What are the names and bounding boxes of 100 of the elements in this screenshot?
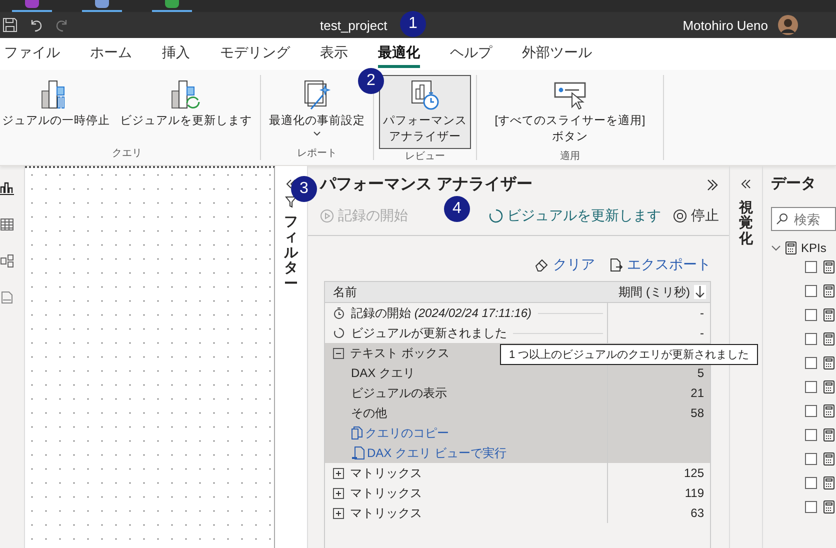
checkbox[interactable] [805,405,817,417]
table-view-icon[interactable] [0,217,14,232]
filter-icon [285,196,297,208]
expand-icon[interactable] [333,488,344,498]
menu-tab[interactable]: ファイル [4,40,60,68]
user-name: Motohiro Ueno [682,18,768,32]
calculator-icon [785,241,797,255]
menu-tab[interactable]: 挿入 [162,40,190,68]
chevron-down-icon[interactable] [771,243,781,253]
refresh-icon [489,209,503,223]
duration-value: 58 [690,406,704,420]
checkbox[interactable] [805,309,817,321]
checkbox[interactable] [805,357,817,369]
menu-tab[interactable]: モデリング [220,40,290,68]
avatar-icon[interactable] [778,15,798,35]
clear-button[interactable]: クリア [535,256,595,274]
calculator-icon [823,428,835,442]
row-name[interactable]: マトリックス [350,484,422,502]
group-label: 適用 [560,150,580,163]
eraser-icon [535,258,549,272]
duration-value: 5 [697,366,704,380]
stop-icon [673,209,687,223]
duration-value: - [700,326,704,340]
duration-value: - [700,306,704,320]
duration-value: 63 [690,506,704,520]
expand-icon[interactable] [333,468,344,478]
checkbox[interactable] [805,381,817,393]
checkbox[interactable] [805,333,817,345]
pane-title: データ [771,174,817,193]
expand-icon[interactable] [333,508,344,518]
checkbox[interactable] [805,477,817,489]
calculator-icon [823,308,835,322]
expand-icon[interactable] [705,178,719,192]
column-header[interactable]: 名前 [325,284,603,300]
dax-file-icon [351,446,365,460]
checkbox[interactable] [805,261,817,273]
menu-tab[interactable]: ホーム [90,40,132,68]
menu-tab[interactable]: 表示 [320,40,348,68]
export-icon [609,258,623,272]
calculator-icon [823,260,835,274]
sort-arrow-icon[interactable] [694,285,706,299]
save-icon[interactable] [2,17,18,33]
copy-icon [351,426,363,440]
checkbox[interactable] [805,501,817,513]
calculator-icon [823,476,835,490]
window-title: test_project [320,18,388,32]
calculator-icon [823,452,835,466]
calculator-icon [823,380,835,394]
refresh-icon [333,327,345,339]
calculator-icon [823,404,835,418]
ribbon-button[interactable]: [すべてのスライサーを適用] ボタン [482,75,658,149]
row-name: 記録の開始 (2024/02/24 17:11:16) [351,304,532,322]
ribbon-button[interactable]: ジュアルの一時停止 [0,75,113,146]
search-field[interactable]: 検索 [771,207,836,231]
table-name[interactable]: KPIs [801,241,826,255]
export-button[interactable]: エクスポート [609,256,711,274]
menu-tab[interactable]: 外部ツール [522,40,592,68]
duration-value: 119 [684,486,704,500]
group-label: レポート [297,147,337,160]
panel-title: パフォーマンス アナライザー [320,175,532,195]
model-view-icon[interactable] [0,254,14,269]
chart-refresh-icon [170,79,202,111]
play-icon [320,209,334,223]
calculator-icon [823,332,835,346]
collapse-icon[interactable] [740,178,752,190]
ribbon-button[interactable]: パフォーマンスアナライザー [379,75,471,149]
stopwatch-chart-icon [409,79,441,111]
group-label: クエリ [112,147,142,160]
column-header[interactable]: 期間 (ミリ秒) [618,284,690,300]
duration-value: 125 [684,466,704,480]
checkbox[interactable] [805,285,817,297]
row-name[interactable]: テキスト ボックス [350,344,450,362]
refresh-visuals-button[interactable]: ビジュアルを更新します [489,207,661,225]
metric-name: ビジュアルの表示 [351,384,447,402]
group-label: レビュー [405,150,445,163]
search-icon [776,213,788,225]
collapse-icon[interactable] [333,348,344,358]
visuals-pane-label[interactable]: 視覚化 [739,200,753,246]
menu-tab[interactable]: ヘルプ [450,40,492,68]
stopwatch-icon [333,307,345,319]
calculator-icon [823,500,835,514]
number-badge: 3 [291,176,317,202]
calculator-icon [823,284,835,298]
metric-name: その他 [351,404,387,422]
row-name[interactable]: マトリックス [350,464,422,482]
checkbox[interactable] [805,429,817,441]
row-name[interactable]: マトリックス [350,504,422,522]
number-badge: 4 [444,196,470,222]
metric-name: DAX クエリ [351,364,416,382]
tooltip: 1 つ以上のビジュアルのクエリが更新されました [500,344,758,365]
report-view-icon[interactable] [0,180,14,195]
ribbon-button[interactable]: ビジュアルを更新します [117,75,255,146]
stop-button[interactable]: 停止 [673,207,719,225]
checkbox[interactable] [805,453,817,465]
row-name: ビジュアルが更新されました [351,324,507,342]
dax-view-icon[interactable] [0,291,14,306]
calculator-icon [823,356,835,370]
filter-pane-label[interactable]: フィルター [284,214,298,291]
caret-icon [313,131,321,136]
duration-value: 21 [690,386,704,400]
